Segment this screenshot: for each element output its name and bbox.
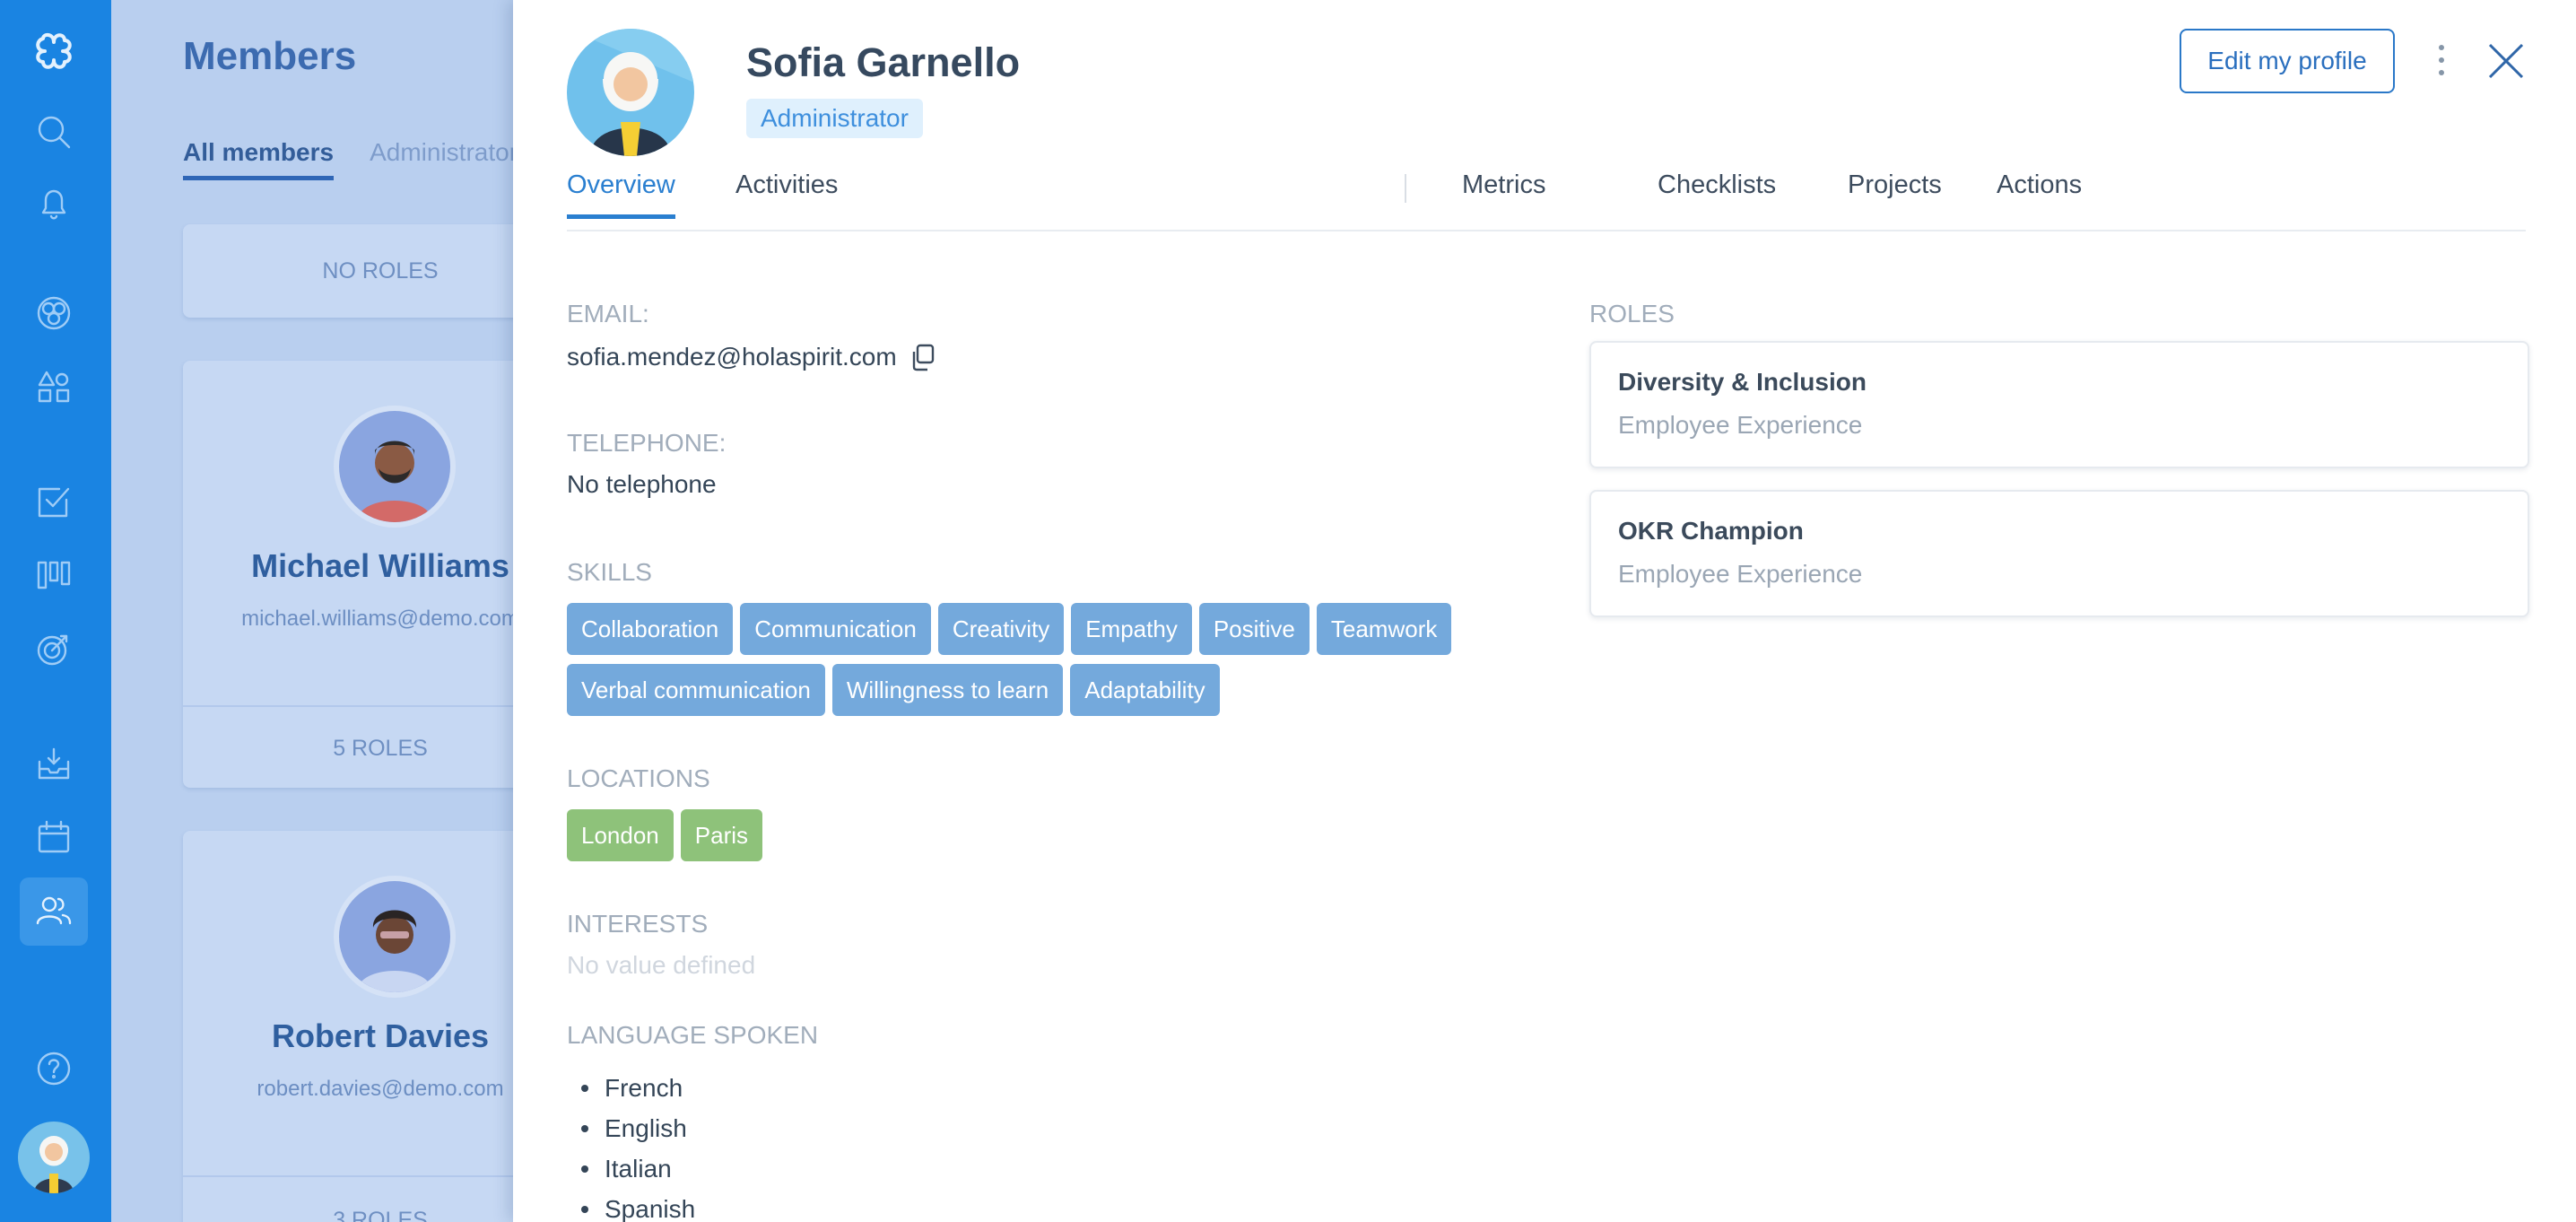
language-item: French — [567, 1068, 818, 1108]
email-label: EMAIL: — [567, 300, 649, 327]
skill-chip[interactable]: Collaboration — [567, 603, 734, 655]
tab-projects[interactable]: Projects — [1848, 170, 1942, 214]
avatar — [334, 406, 456, 528]
role-title: OKR Champion — [1618, 517, 1804, 545]
copy-icon[interactable] — [906, 341, 938, 373]
languages-list: French English Italian Spanish — [567, 1068, 818, 1222]
role-circle: Employee Experience — [1618, 560, 1863, 588]
skill-chip[interactable]: Teamwork — [1316, 603, 1452, 655]
shapes-icon[interactable] — [30, 362, 78, 411]
app-rail — [0, 0, 111, 1222]
role-card[interactable]: Diversity & Inclusion Employee Experienc… — [1589, 341, 2529, 468]
telephone-value: No telephone — [567, 470, 717, 498]
profile-name: Sofia Garnello — [746, 39, 1021, 85]
tab-all-members[interactable]: All members — [183, 138, 335, 180]
languages-label: LANGUAGE SPOKEN — [567, 1021, 819, 1049]
checklist-icon[interactable] — [30, 477, 78, 526]
skills-label: SKILLS — [567, 558, 652, 586]
member-roles-count: 5 ROLES — [183, 705, 517, 788]
search-icon[interactable] — [30, 108, 78, 156]
role-title: Diversity & Inclusion — [1618, 368, 1867, 396]
member-name: Robert Davies — [271, 1017, 490, 1054]
locations-label: LOCATIONS — [567, 764, 710, 792]
member-card-robert[interactable]: Robert Davies robert.davies@demo.com 3 R… — [183, 831, 517, 1222]
bell-icon[interactable] — [30, 179, 78, 228]
skill-chip[interactable]: Positive — [1198, 603, 1310, 655]
more-options-icon[interactable] — [2431, 39, 2452, 86]
locations-list: London Paris — [567, 809, 1482, 870]
email-value: sofia.mendez@holaspirit.com — [567, 343, 897, 371]
calendar-icon[interactable] — [30, 813, 78, 861]
current-user-avatar[interactable] — [18, 1122, 90, 1193]
skill-chip[interactable]: Verbal communication — [567, 664, 825, 716]
location-chip[interactable]: London — [567, 809, 674, 861]
target-icon[interactable] — [30, 624, 78, 673]
member-roles-count: 3 ROLES — [183, 1175, 517, 1222]
members-title: Members — [183, 34, 357, 78]
interests-label: INTERESTS — [567, 910, 709, 938]
telephone-label: TELEPHONE: — [567, 429, 727, 457]
logo-icon[interactable] — [30, 27, 78, 75]
skill-chip[interactable]: Willingness to learn — [831, 664, 1064, 716]
tab-checklists[interactable]: Checklists — [1658, 170, 1776, 214]
role-badge: Administrator — [746, 99, 923, 138]
skill-chip[interactable]: Creativity — [937, 603, 1065, 655]
close-icon[interactable] — [2483, 38, 2529, 84]
role-card[interactable]: OKR Champion Employee Experience — [1589, 490, 2529, 617]
language-item: Italian — [567, 1148, 818, 1189]
members-tabs: All members Administrators — [183, 138, 517, 180]
member-name: Michael Williams — [251, 547, 509, 584]
skills-list: Collaboration Communication Creativity E… — [567, 603, 1482, 725]
language-item: Spanish — [567, 1189, 818, 1222]
member-card[interactable]: NO ROLES — [183, 224, 517, 318]
language-item: English — [567, 1108, 818, 1148]
profile-panel: Sofia Garnello Administrator Edit my pro… — [513, 0, 2576, 1222]
tab-activities[interactable]: Activities — [735, 170, 838, 214]
tab-actions[interactable]: Actions — [1997, 170, 2082, 214]
member-email: robert.davies@demo.com — [257, 1077, 504, 1101]
member-roles-count: NO ROLES — [322, 258, 439, 284]
roles-label: ROLES — [1589, 300, 1675, 327]
tab-metrics[interactable]: Metrics — [1462, 170, 1545, 214]
profile-tabs: Overview Activities Metrics Checklists P… — [567, 170, 2526, 231]
help-icon[interactable] — [30, 1044, 78, 1093]
tab-divider — [1405, 174, 1406, 203]
member-card-michael[interactable]: Michael Williams michael.williams@demo.c… — [183, 361, 517, 788]
location-chip[interactable]: Paris — [680, 809, 763, 861]
members-page-background: Members All members Administrators NO ROL… — [111, 0, 517, 1222]
edit-profile-button[interactable]: Edit my profile — [2180, 29, 2395, 93]
profile-avatar — [567, 29, 694, 156]
inbox-icon[interactable] — [30, 739, 78, 788]
skill-chip[interactable]: Empathy — [1071, 603, 1192, 655]
tab-overview[interactable]: Overview — [567, 170, 675, 219]
role-circle: Employee Experience — [1618, 411, 1863, 439]
skill-chip[interactable]: Communication — [740, 603, 931, 655]
skill-chip[interactable]: Adaptability — [1070, 664, 1220, 716]
board-icon[interactable] — [30, 551, 78, 599]
interests-empty: No value defined — [567, 951, 756, 979]
people-icon[interactable] — [30, 886, 78, 935]
member-email: michael.williams@demo.com — [241, 607, 517, 631]
circles-icon[interactable] — [30, 289, 78, 337]
tab-administrators[interactable]: Administrators — [370, 138, 517, 166]
avatar — [334, 876, 456, 998]
